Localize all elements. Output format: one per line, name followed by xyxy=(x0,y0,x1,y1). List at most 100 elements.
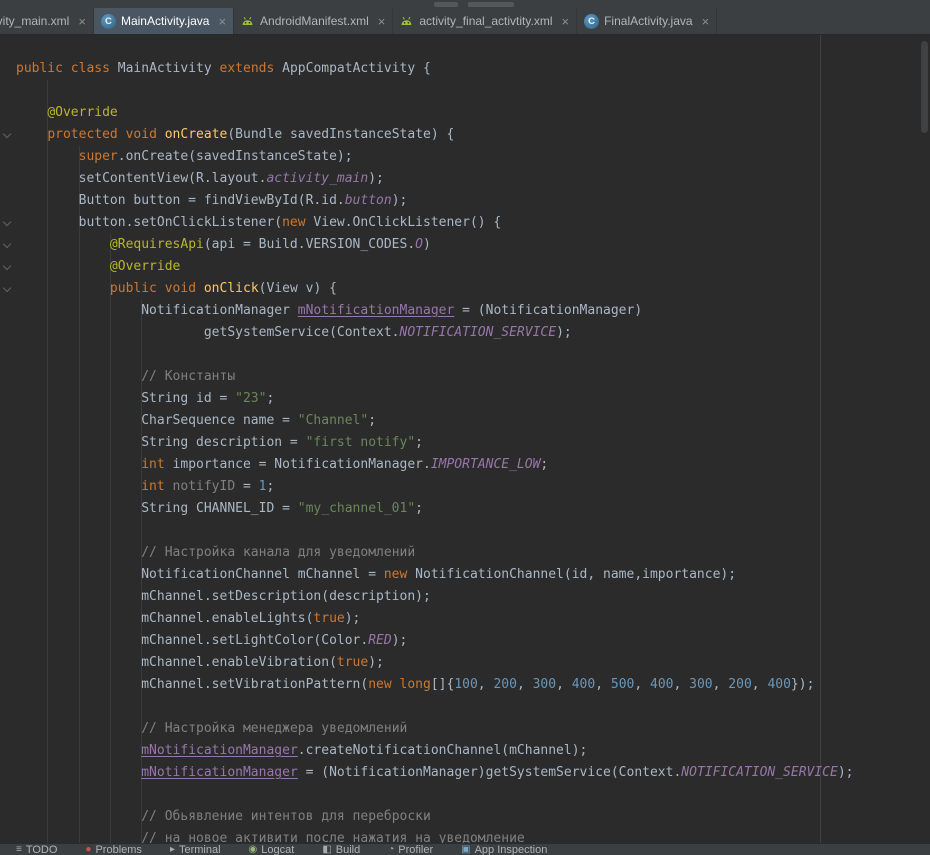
code-text: // Обьявление интентов для переброски xyxy=(16,806,431,828)
tool-window-button-terminal[interactable]: ▸Terminal xyxy=(170,844,221,855)
code-line: public class MainActivity extends AppCom… xyxy=(0,58,854,80)
terminal-icon: ▸ xyxy=(170,844,175,855)
gutter[interactable] xyxy=(0,388,16,410)
gutter[interactable] xyxy=(0,586,16,608)
gutter[interactable] xyxy=(0,696,16,718)
toolbar-button-partial[interactable] xyxy=(468,2,514,7)
code-text: @Override xyxy=(16,102,118,124)
gutter[interactable] xyxy=(0,344,16,366)
gutter[interactable] xyxy=(0,608,16,630)
gutter[interactable] xyxy=(0,828,16,843)
fold-icon[interactable] xyxy=(3,262,11,270)
gutter[interactable] xyxy=(0,476,16,498)
logcat-icon: ◉ xyxy=(249,844,258,855)
gutter[interactable] xyxy=(0,718,16,740)
fold-icon[interactable] xyxy=(3,130,11,138)
tab-label: ivity_main.xml xyxy=(0,14,69,28)
gutter[interactable] xyxy=(0,762,16,784)
gutter[interactable] xyxy=(0,674,16,696)
code-editor[interactable]: public class MainActivity extends AppCom… xyxy=(0,35,930,843)
gutter[interactable] xyxy=(0,520,16,542)
editor-tab[interactable]: AndroidManifest.xml× xyxy=(234,8,393,34)
toolbar-button-partial[interactable] xyxy=(434,2,458,7)
android-studio-window: ivity_main.xml×CMainActivity.java×Androi… xyxy=(0,0,930,855)
code-line: mChannel.enableLights(true); xyxy=(0,608,854,630)
close-icon[interactable]: × xyxy=(378,15,386,28)
gutter[interactable] xyxy=(0,498,16,520)
code-line xyxy=(0,696,854,718)
todo-icon: ≡ xyxy=(16,844,22,855)
tool-window-button-todo[interactable]: ≡ TODO xyxy=(16,844,57,855)
code-text: NotificationManager mNotificationManager… xyxy=(16,300,642,322)
code-line: NotificationManager mNotificationManager… xyxy=(0,300,854,322)
build-icon: ◧ xyxy=(322,844,331,855)
code-line: mChannel.setLightColor(Color.RED); xyxy=(0,630,854,652)
code-text: mChannel.setVibrationPattern(new long[]{… xyxy=(16,674,814,696)
tool-window-bar: ≡ TODO ●Problems ▸Terminal ◉Logcat ◧Build ◔Pro… xyxy=(0,843,930,855)
code-line: @Override xyxy=(0,102,854,124)
gutter[interactable] xyxy=(0,80,16,102)
gutter[interactable] xyxy=(0,190,16,212)
tool-window-button-logcat[interactable]: ◉Logcat xyxy=(249,844,295,855)
code-text: int importance = NotificationManager.IMP… xyxy=(16,454,548,476)
gutter[interactable] xyxy=(0,168,16,190)
gutter[interactable] xyxy=(0,234,16,256)
tool-window-label: Logcat xyxy=(261,844,294,855)
tab-label: FinalActivity.java xyxy=(604,14,692,28)
tool-window-button-problems[interactable]: ●Problems xyxy=(85,844,142,855)
gutter[interactable] xyxy=(0,146,16,168)
tool-window-label: TODO xyxy=(26,844,58,855)
gutter[interactable] xyxy=(0,454,16,476)
close-icon[interactable]: × xyxy=(702,15,710,28)
code-line: button.setOnClickListener(new View.OnCli… xyxy=(0,212,854,234)
gutter[interactable] xyxy=(0,300,16,322)
gutter[interactable] xyxy=(0,124,16,146)
gutter[interactable] xyxy=(0,740,16,762)
close-icon[interactable]: × xyxy=(562,15,570,28)
gutter[interactable] xyxy=(0,806,16,828)
java-class-icon: C xyxy=(584,14,599,29)
code-line: mChannel.setDescription(description); xyxy=(0,586,854,608)
code-line: String description = "first notify"; xyxy=(0,432,854,454)
code-line: mChannel.setVibrationPattern(new long[]{… xyxy=(0,674,854,696)
gutter[interactable] xyxy=(0,322,16,344)
tool-window-button-build[interactable]: ◧Build xyxy=(322,844,360,855)
code-area[interactable]: public class MainActivity extends AppCom… xyxy=(0,58,854,843)
editor-tab[interactable]: activity_final_activtity.xml× xyxy=(393,8,577,34)
editor-scrollbar[interactable] xyxy=(921,41,928,133)
editor-tab[interactable]: ivity_main.xml × xyxy=(0,8,94,34)
java-class-icon: C xyxy=(101,14,116,29)
gutter[interactable] xyxy=(0,652,16,674)
code-text: @RequiresApi(api = Build.VERSION_CODES.O… xyxy=(16,234,431,256)
gutter[interactable] xyxy=(0,564,16,586)
tool-window-button-app-inspection[interactable]: ▣App Inspection xyxy=(461,844,547,855)
code-text: // Константы xyxy=(16,366,235,388)
code-text: public class MainActivity extends AppCom… xyxy=(16,58,431,80)
code-text: mChannel.setDescription(description); xyxy=(16,586,431,608)
gutter[interactable] xyxy=(0,212,16,234)
gutter[interactable] xyxy=(0,58,16,80)
code-text: String description = "first notify"; xyxy=(16,432,423,454)
fold-icon[interactable] xyxy=(3,284,11,292)
gutter[interactable] xyxy=(0,278,16,300)
fold-icon[interactable] xyxy=(3,218,11,226)
android-icon xyxy=(241,15,255,28)
code-text: protected void onCreate(Bundle savedInst… xyxy=(16,124,454,146)
code-text: // Настройка менеджера уведомлений xyxy=(16,718,407,740)
gutter[interactable] xyxy=(0,256,16,278)
gutter[interactable] xyxy=(0,432,16,454)
gutter[interactable] xyxy=(0,784,16,806)
close-icon[interactable]: × xyxy=(78,15,86,28)
tool-window-button-profiler[interactable]: ◔Profiler xyxy=(388,844,433,855)
code-line: String id = "23"; xyxy=(0,388,854,410)
gutter[interactable] xyxy=(0,630,16,652)
tool-window-label: App Inspection xyxy=(475,844,548,855)
gutter[interactable] xyxy=(0,102,16,124)
editor-tab[interactable]: CMainActivity.java× xyxy=(94,8,234,34)
close-icon[interactable]: × xyxy=(218,15,226,28)
gutter[interactable] xyxy=(0,542,16,564)
gutter[interactable] xyxy=(0,366,16,388)
editor-tab[interactable]: C FinalActivity.java × xyxy=(577,8,717,34)
gutter[interactable] xyxy=(0,410,16,432)
fold-icon[interactable] xyxy=(3,240,11,248)
